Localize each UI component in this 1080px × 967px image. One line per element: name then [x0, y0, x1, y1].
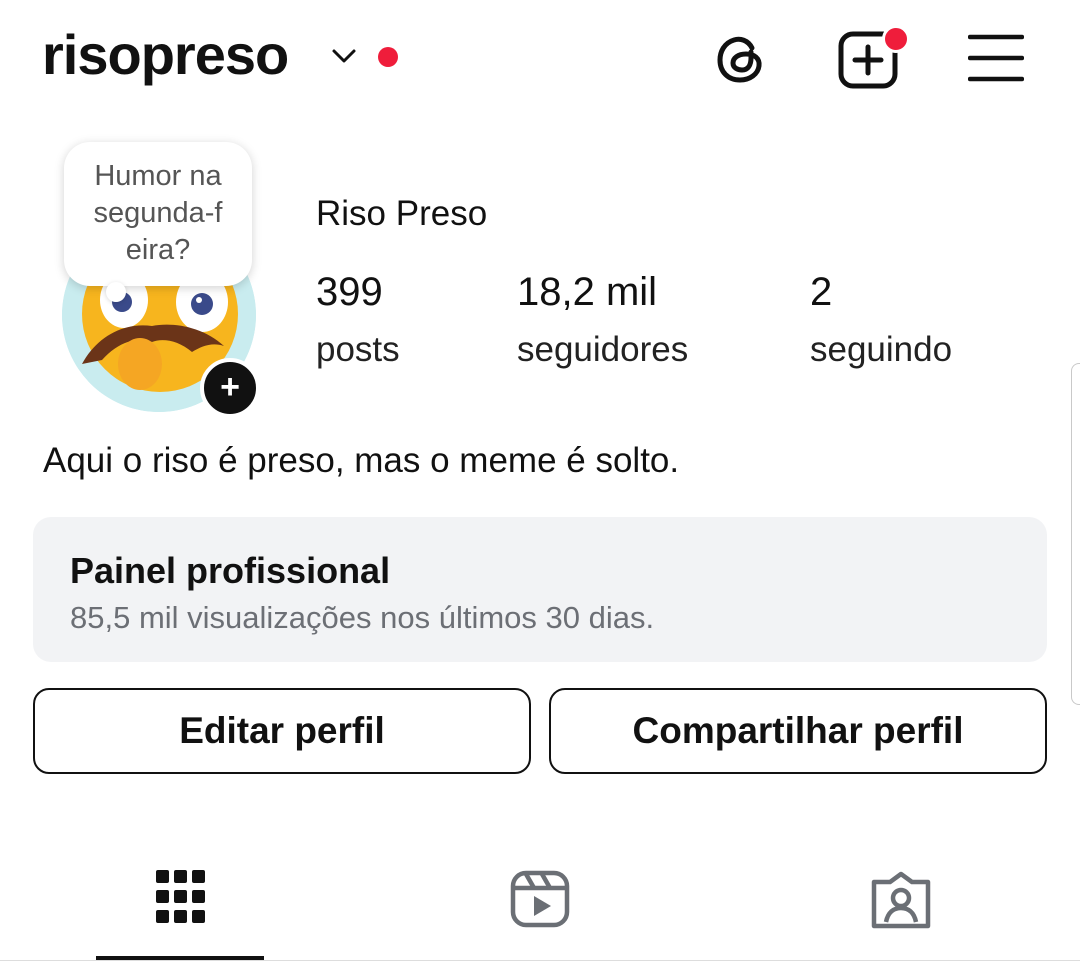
full-name: Riso Preso	[316, 194, 488, 233]
scrollbar[interactable]	[1071, 363, 1080, 705]
followers-label[interactable]: seguidores	[517, 330, 688, 370]
note-tail	[106, 282, 126, 302]
note-bubble[interactable]: Humor na segunda-f eira?	[64, 142, 252, 286]
tab-divider	[0, 960, 1080, 961]
username-title[interactable]: risopreso	[42, 22, 289, 87]
bio-text: Aqui o riso é preso, mas o meme é solto.	[43, 441, 680, 480]
notification-dot	[378, 47, 398, 67]
tagged-icon[interactable]	[868, 870, 934, 930]
posts-count[interactable]: 399	[316, 270, 383, 315]
threads-icon[interactable]	[712, 30, 770, 88]
following-count[interactable]: 2	[810, 270, 832, 315]
dashboard-title: Painel profissional	[70, 550, 391, 591]
note-line-3: eira?	[125, 234, 191, 266]
reels-icon[interactable]	[508, 868, 572, 930]
create-notification-dot	[882, 25, 910, 53]
followers-count[interactable]: 18,2 mil	[517, 270, 657, 315]
chevron-down-icon[interactable]	[330, 46, 358, 66]
note-line-2: segunda-f	[93, 197, 223, 229]
share-profile-button[interactable]: Compartilhar perfil	[549, 688, 1047, 774]
note-line-1: Humor na	[94, 160, 222, 192]
following-label[interactable]: seguindo	[810, 330, 952, 370]
dashboard-subtitle: 85,5 mil visualizações nos últimos 30 di…	[70, 600, 655, 635]
grid-icon[interactable]	[150, 866, 210, 930]
menu-icon[interactable]	[968, 32, 1024, 84]
add-story-button[interactable]: +	[200, 358, 260, 418]
edit-profile-button[interactable]: Editar perfil	[33, 688, 531, 774]
posts-label[interactable]: posts	[316, 330, 400, 370]
